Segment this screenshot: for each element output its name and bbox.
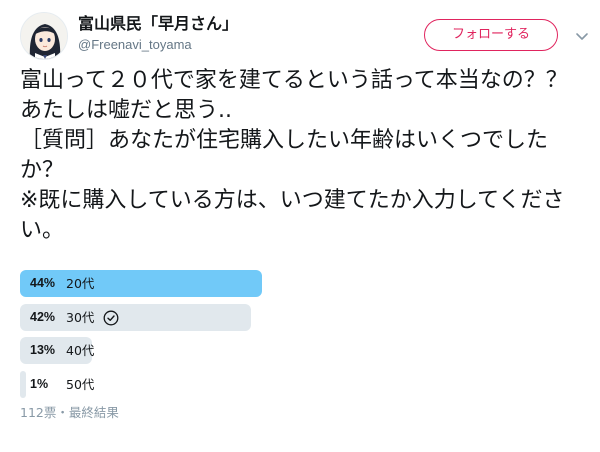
poll-option-label: 44% 20代 — [30, 270, 94, 297]
poll-option-label: 13% 40代 — [30, 337, 94, 364]
avatar-illustration — [21, 13, 67, 59]
poll-option-text: 20代 — [66, 276, 95, 291]
display-name[interactable]: 富山県民「早月さん」 — [78, 14, 238, 34]
chevron-down-icon[interactable] — [572, 26, 592, 46]
check-circle-icon — [103, 309, 119, 326]
poll-option-text: 50代 — [66, 376, 95, 392]
author-names: 富山県民「早月さん」 @Freenavi_toyama — [78, 14, 238, 54]
poll-percent: 13% — [30, 343, 56, 357]
poll-option: 42% 30代 — [20, 303, 320, 331]
follow-button[interactable]: フォローする — [424, 19, 558, 51]
poll-option: 1% 50代 — [20, 370, 320, 398]
poll: 44% 20代 42% 30代 13% 40代 1% 50代 112票・最終結果 — [20, 270, 320, 422]
avatar[interactable] — [20, 12, 68, 60]
poll-option-label: 42% 30代 — [30, 304, 119, 331]
poll-option-text: 40代 — [66, 343, 95, 358]
tweet-header: 富山県民「早月さん」 @Freenavi_toyama フォローする — [20, 10, 588, 62]
poll-option: 44% 20代 — [20, 270, 320, 297]
poll-percent: 1% — [30, 376, 49, 391]
poll-option-text: 30代 — [66, 309, 95, 325]
poll-meta: 112票・最終結果 — [20, 405, 119, 420]
screen-name[interactable]: @Freenavi_toyama — [78, 36, 238, 54]
poll-bar — [20, 370, 26, 398]
tweet-text: 富山って２０代で家を建てるという話って本当なの？？あたしは嘘だと思う.. ［質問… — [20, 68, 568, 243]
poll-percent: 44% — [30, 276, 56, 290]
poll-option-label: 1% 50代 — [30, 371, 94, 398]
poll-percent: 42% — [30, 309, 56, 324]
poll-option: 13% 40代 — [20, 337, 320, 364]
